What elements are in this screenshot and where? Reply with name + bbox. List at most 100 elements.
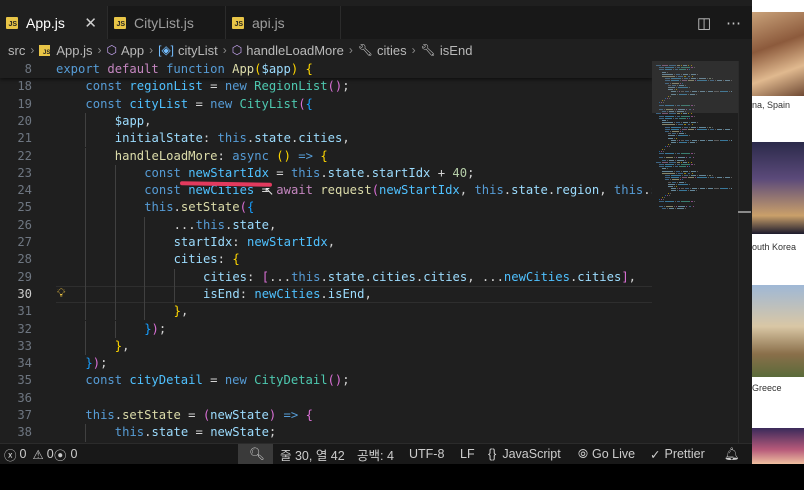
code-line[interactable]: 38 this.state = newState; [0, 424, 652, 442]
city-caption: Greece [752, 383, 782, 393]
breadcrumb-property[interactable]: isEnd [440, 43, 473, 58]
prettier-button[interactable]: ✓ Prettier [650, 444, 705, 464]
indent-guide [85, 199, 87, 217]
minimap-line [731, 128, 732, 130]
code-token: cities [423, 269, 468, 284]
indentation[interactable]: 공백: 4 [357, 444, 394, 464]
minimap-line [680, 131, 681, 132]
breadcrumb-folder[interactable]: src [8, 43, 25, 58]
code-line[interactable]: 36 [0, 390, 652, 407]
code-line[interactable]: 34}); [0, 355, 652, 372]
code-line[interactable]: 24 const newCities = await request(newSta… [0, 182, 652, 200]
city-image[interactable] [752, 142, 804, 234]
minimap-line [683, 122, 688, 124]
code-token: , [144, 113, 152, 128]
language-mode[interactable]: {} JavaScript [488, 444, 561, 464]
code-token: this [290, 165, 321, 180]
minimap-line [695, 128, 696, 130]
breadcrumb-variable[interactable]: cityList [178, 43, 218, 58]
minimap-line [699, 126, 706, 128]
code-line[interactable]: 28 cities: { [0, 251, 652, 269]
minimap-line [674, 122, 675, 124]
code-token: $app [114, 113, 145, 128]
minimap-slider[interactable] [652, 61, 738, 113]
mouse-cursor-icon: ↖ [264, 184, 275, 198]
lightbulb-icon[interactable]: 💡︎ [57, 285, 65, 302]
code-line[interactable]: 37 this.setState = (newState) => { [0, 407, 652, 424]
breadcrumb-property[interactable]: cities [377, 43, 407, 58]
code-token: , [122, 338, 130, 353]
more-actions-icon[interactable]: ⋯ [726, 14, 741, 32]
tab-app-js[interactable]: JS App.js ✕ [0, 6, 108, 39]
breadcrumb-function[interactable]: App [121, 43, 144, 58]
code-token: state [327, 269, 365, 284]
minimap[interactable] [652, 61, 738, 443]
minimap-line [677, 181, 678, 183]
city-image[interactable] [752, 285, 804, 377]
ports-indicator[interactable]: ⦿ 0 [54, 444, 77, 464]
code-line[interactable]: 35 const cityDetail = new CityDetail(); [0, 372, 652, 389]
minimap-line [694, 115, 695, 117]
scrollbar-thumb[interactable] [738, 211, 751, 213]
go-live-button[interactable]: ⦾ Go Live [578, 444, 635, 464]
minimap-line [662, 161, 668, 163]
code-token: cities [298, 131, 343, 146]
problems-indicator[interactable]: ⓧ 0 ⚠ 0 [4, 444, 54, 464]
minimap-line [664, 197, 665, 198]
code-line[interactable]: 21 initialState: this.state.cities, [0, 130, 652, 148]
check-icon: ✓ [650, 447, 661, 462]
code-area[interactable]: 8 export default function App($app) {18 co… [0, 61, 652, 443]
code-token: newStartIdx [188, 165, 269, 180]
minimap-line [675, 164, 676, 165]
code-line[interactable]: 25 this.setState({ [0, 199, 652, 217]
tab-citylist-js[interactable]: JS CityList.js [108, 6, 226, 39]
minimap-line [681, 153, 690, 154]
minimap-line [659, 201, 664, 203]
encoding[interactable]: UTF-8 [409, 444, 444, 464]
code-token: ; [268, 425, 277, 440]
code-line[interactable]: 30 💡︎ isEnd: newCities.isEnd, [0, 285, 652, 304]
city-image[interactable] [752, 12, 804, 96]
tab-api-js[interactable]: JS api.js [226, 6, 341, 39]
minimap-line [694, 201, 695, 203]
code-token: , [327, 235, 336, 249]
minimap-line [714, 188, 719, 190]
indent-guide [85, 164, 87, 183]
minimap-line [666, 157, 673, 159]
indent-guide [114, 320, 116, 338]
code-line[interactable]: 29 cities: [...this.state.cities.cities, … [0, 268, 652, 286]
line-number: 32 [17, 321, 32, 336]
code-line[interactable]: 27 startIdx: newStartIdx, [0, 234, 652, 252]
code-token: newCities [254, 286, 321, 301]
code-line[interactable]: 31}, [0, 303, 652, 321]
breadcrumb-method[interactable]: handleLoadMore [246, 43, 344, 58]
code-line[interactable]: 18 const regionList = new RegionList(); [0, 78, 652, 95]
minimap-line [680, 128, 681, 130]
vertical-scrollbar[interactable] [738, 61, 752, 443]
code-token: } [173, 304, 181, 319]
code-line[interactable]: 23 const newStartIdx = this.state.startId… [0, 164, 652, 183]
close-icon[interactable]: ✕ [84, 14, 97, 32]
code-line[interactable]: 26 ...this.state, [0, 216, 652, 234]
code-token: { [320, 148, 328, 163]
minimap-line [693, 157, 694, 159]
code-token: : [217, 252, 233, 267]
split-editor-icon[interactable]: ◫ [697, 14, 711, 32]
code-line[interactable]: 22 handleLoadMore: async () => { [0, 147, 652, 165]
bell-icon[interactable]: 🔔︎ [724, 444, 740, 464]
end-of-line[interactable]: LF [460, 444, 475, 464]
city-image[interactable] [752, 428, 804, 464]
minimap-line [729, 139, 730, 141]
code-token: this [217, 131, 247, 146]
line-number: 34 [17, 356, 32, 371]
code-line[interactable]: 20 $app, [0, 112, 652, 131]
cursor-position[interactable]: 줄 30, 열 42 [280, 444, 345, 464]
minimap-line [665, 179, 669, 181]
code-line[interactable]: 32}); [0, 320, 652, 338]
breadcrumb-file[interactable]: App.js [56, 43, 92, 58]
code-line[interactable]: 33}, [0, 337, 652, 356]
indent-guide [114, 234, 116, 252]
code-line[interactable]: 8 export default function App($app) { [0, 61, 652, 79]
code-line[interactable]: 19 const cityList = new CityList({ [0, 96, 652, 113]
code-token: = [268, 165, 291, 180]
